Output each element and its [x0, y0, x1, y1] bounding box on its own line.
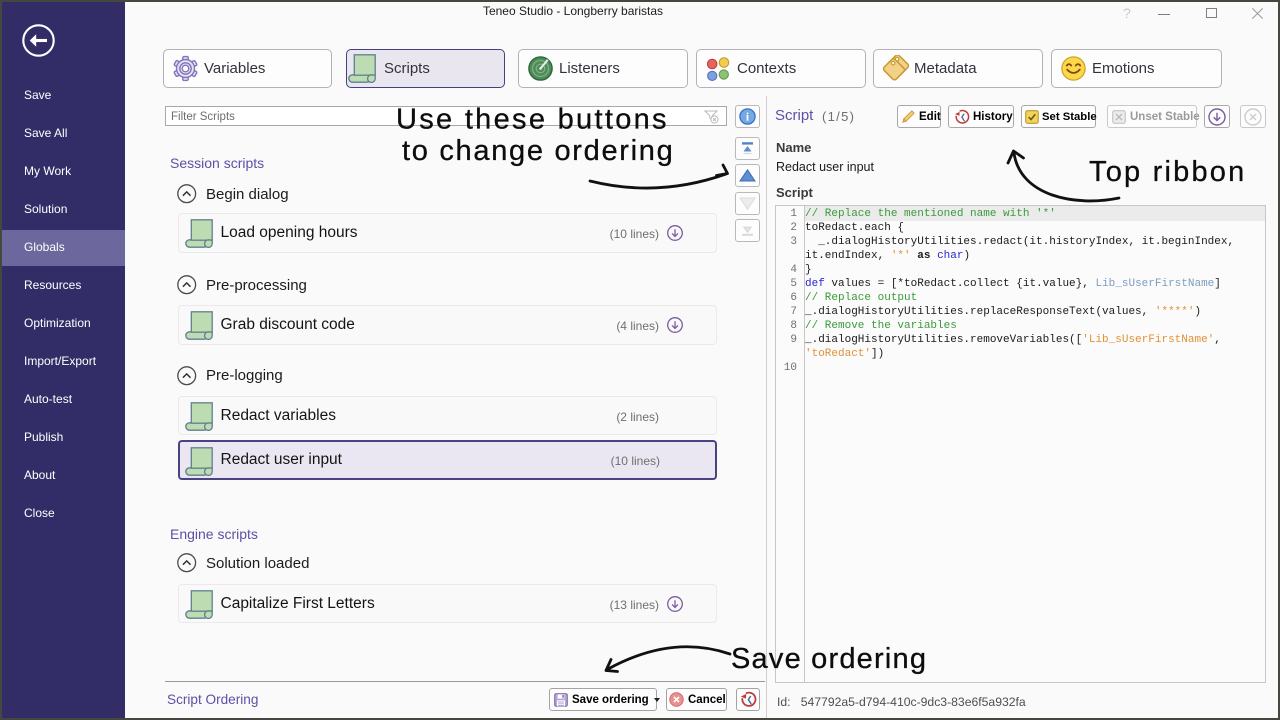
svg-text:to change ordering: to change ordering — [402, 135, 674, 167]
svg-text:Top ribbon: Top ribbon — [1089, 156, 1246, 188]
